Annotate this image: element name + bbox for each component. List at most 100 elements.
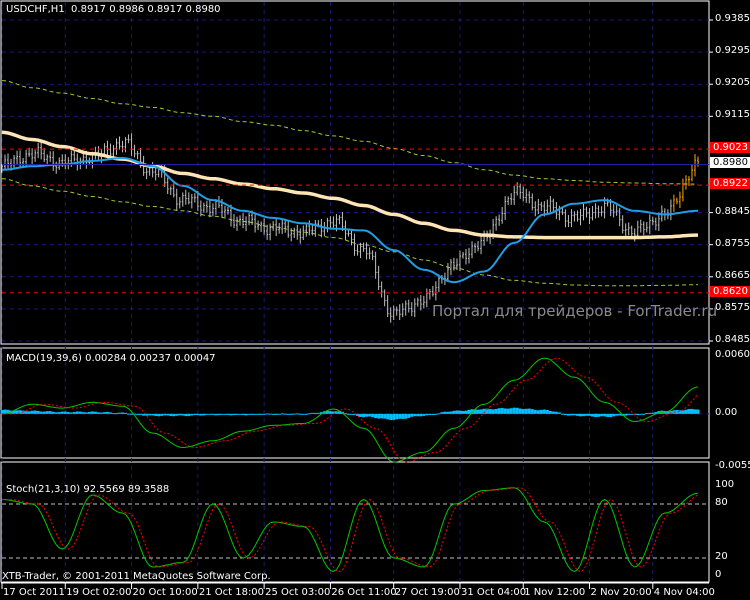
macd-histogram-bar: [395, 413, 399, 420]
macd-histogram-bar: [63, 411, 67, 414]
price-bar: [528, 191, 531, 204]
price-bar: [540, 201, 543, 212]
x-tick-label: 21 Oct 18:00: [198, 587, 265, 598]
macd-histogram-bar: [554, 411, 558, 414]
macd-histogram-bar: [87, 411, 91, 414]
macd-histogram-bar: [362, 413, 366, 418]
price-bar: [570, 209, 573, 228]
x-tick-label: 17 Oct 2011: [3, 587, 65, 598]
macd-histogram-bar: [389, 413, 393, 420]
price-bar: [278, 222, 281, 234]
macd-histogram-bar: [196, 413, 200, 416]
price-bar: [190, 194, 193, 209]
macd-histogram-bar: [422, 413, 426, 416]
alert-price-label: 0.8922: [710, 178, 750, 190]
price-bar: [79, 157, 82, 170]
macd-histogram-bar: [232, 413, 236, 416]
price-bar: [546, 199, 549, 214]
macd-histogram-bar: [178, 413, 182, 416]
macd-histogram-bar: [642, 413, 646, 415]
macd-histogram-bar: [184, 413, 188, 417]
macd-histogram-bar: [124, 412, 128, 414]
price-bar: [374, 251, 377, 279]
macd-histogram-bar: [603, 413, 607, 417]
price-bar: [356, 244, 359, 256]
macd-histogram-bar: [151, 413, 155, 416]
macd-histogram-bar: [235, 413, 239, 415]
price-bar: [690, 164, 693, 182]
price-bar: [678, 191, 681, 209]
macd-histogram-bar: [437, 413, 441, 415]
macd-histogram-bar: [542, 409, 546, 414]
price-bar: [534, 201, 537, 217]
price-bar: [615, 205, 618, 216]
macd-histogram-bar: [139, 413, 143, 415]
copyright: XTB-Trader, © 2001-2011 MetaQuotes Softw…: [2, 571, 271, 582]
price-bar: [248, 212, 251, 226]
price-bar: [145, 167, 148, 180]
macd-histogram-bar: [524, 408, 528, 414]
macd-histogram-bar: [244, 413, 248, 416]
symbol-name: USDCHF,H1: [6, 4, 65, 15]
macd-histogram-bar: [383, 413, 387, 419]
price-bar: [329, 216, 332, 230]
price-bar: [446, 263, 449, 282]
macd-histogram-bar: [118, 412, 122, 414]
price-bar: [211, 203, 214, 217]
macd-histogram-bar: [392, 413, 396, 420]
price-bar: [648, 214, 651, 235]
price-bar: [693, 153, 696, 177]
price-bar: [684, 175, 687, 190]
price-bar: [64, 154, 67, 170]
y-tick-label: 0.8575: [715, 301, 750, 313]
price-bar: [579, 209, 582, 226]
macd-histogram-bar: [615, 413, 619, 416]
price-bar: [175, 188, 178, 211]
macd-histogram-bar: [84, 412, 88, 414]
macd-histogram-bar: [545, 410, 549, 414]
macd-histogram-bar: [301, 413, 305, 415]
price-bar: [621, 215, 624, 234]
price-bar: [407, 299, 410, 313]
macd-histogram-bar: [57, 412, 61, 414]
macd-histogram-bar: [157, 413, 161, 417]
price-bar: [458, 250, 461, 272]
macd-histogram-bar: [609, 413, 613, 418]
price-bar: [477, 240, 480, 252]
price-bar: [552, 198, 555, 212]
macd-histogram-bar: [359, 413, 363, 417]
price-bar: [118, 136, 121, 150]
price-bar: [383, 289, 386, 307]
price-bar: [187, 192, 190, 205]
macd-histogram-bar: [343, 413, 347, 415]
macd-histogram-bar: [247, 413, 251, 415]
price-bar: [260, 221, 263, 232]
macd-histogram-bar: [594, 413, 598, 418]
macd-histogram-bar: [81, 412, 85, 414]
macd-histogram-bar: [51, 411, 55, 414]
macd-histogram-bar: [572, 413, 576, 416]
macd-histogram-bar: [515, 407, 519, 414]
price-bar: [567, 214, 570, 228]
macd-histogram-bar: [72, 412, 76, 414]
price-bar: [401, 303, 404, 318]
macd-histogram-bar: [27, 411, 31, 414]
price-bar: [55, 161, 58, 174]
macd-histogram-bar: [253, 413, 257, 415]
macd-histogram-bar: [446, 411, 450, 414]
macd-histogram-bar: [42, 411, 46, 414]
macd-histogram-bar: [30, 410, 34, 414]
macd-histogram-bar: [533, 409, 537, 414]
x-tick-label: 4 Nov 04:00: [653, 587, 715, 598]
stoch-main-line: [1, 487, 699, 573]
macd-histogram-bar: [527, 408, 531, 414]
x-tick-label: 26 Oct 11:00: [331, 587, 397, 598]
price-bar: [34, 150, 37, 162]
macd-histogram-bar: [208, 413, 212, 415]
macd-histogram-bar: [612, 413, 616, 417]
price-bar: [115, 138, 118, 155]
y-tick-label: 0.9115: [715, 109, 750, 121]
macd-histogram-bar: [371, 413, 375, 418]
macd-histogram-bar: [479, 409, 483, 414]
price-bar: [642, 221, 645, 236]
